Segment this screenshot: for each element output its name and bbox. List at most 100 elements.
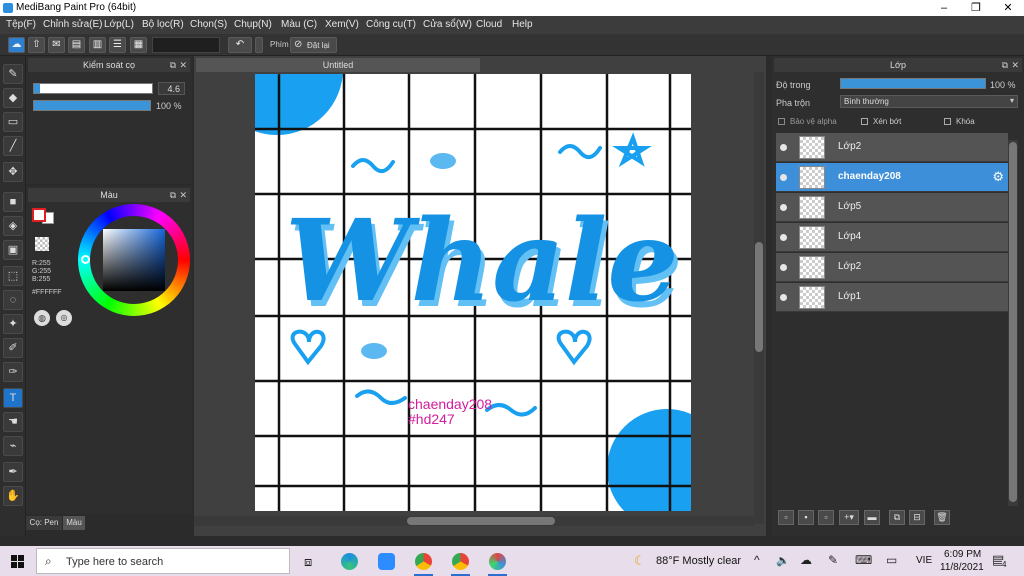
eyedropper-icon[interactable]: ⌁ [3, 436, 23, 456]
menu-filter[interactable]: Bộ lọc(R) [142, 19, 184, 30]
menu-file[interactable]: Tệp(F) [6, 19, 36, 30]
menu-color[interactable]: Màu (C) [281, 19, 317, 30]
windows-start-icon[interactable] [11, 555, 24, 568]
blend-mode-select[interactable]: Bình thường ▾ [840, 95, 1018, 108]
lasso-tool-icon[interactable]: ◌ [3, 290, 23, 310]
chat-icon[interactable]: ✉ [48, 37, 65, 53]
upload-icon[interactable]: ⇧ [28, 37, 45, 53]
layer-opacity-slider[interactable] [840, 78, 986, 89]
cloud-icon[interactable]: ☁ [8, 37, 25, 53]
layer-row-active[interactable]: chaenday208 ⚙ [776, 163, 1008, 192]
visibility-icon[interactable] [780, 174, 787, 181]
new-8bit-layer-icon[interactable]: ▫ [818, 510, 834, 525]
language-indicator[interactable]: VIE [916, 555, 932, 566]
layer-row[interactable]: Lớp2 [776, 133, 1008, 162]
menu-tools[interactable]: Công cụ(T) [366, 19, 416, 30]
keyboard-icon[interactable]: ⌨ [855, 553, 872, 567]
hand-tool-icon[interactable]: ✋ [3, 486, 23, 506]
chrome-icon[interactable] [415, 553, 432, 570]
add-layer-dropdown-icon[interactable]: +▾ [839, 510, 859, 525]
wifi-icon[interactable]: ▭ [886, 553, 897, 567]
merge-layer-icon[interactable]: ⊟ [909, 510, 925, 525]
float-icon[interactable]: ⧉ [1002, 58, 1008, 72]
fill-rect-tool-icon[interactable]: ■ [3, 192, 23, 212]
menu-view[interactable]: Xem(V) [325, 19, 359, 30]
menu-help[interactable]: Help [512, 19, 533, 30]
new-halftone-layer-icon[interactable]: ▪ [798, 510, 814, 525]
gradient-tool-icon[interactable]: ▣ [3, 240, 23, 260]
line-tool-icon[interactable]: ╱ [3, 136, 23, 156]
clip-checkbox[interactable] [861, 118, 868, 125]
protect-alpha-checkbox[interactable] [778, 118, 785, 125]
palette-settings-icon[interactable]: ◎ [56, 310, 72, 326]
transparent-swatch[interactable] [35, 237, 49, 251]
palette-icon[interactable]: ◍ [34, 310, 50, 326]
layer-row[interactable]: Lớp5 [776, 193, 1008, 222]
reset-button[interactable]: ⊘ Đặt lại [290, 37, 337, 53]
move-tool-icon[interactable]: ✥ [3, 162, 23, 182]
menu-snap[interactable]: Chụp(N) [234, 19, 272, 30]
folder-icon[interactable]: ▬ [864, 510, 880, 525]
menu-edit[interactable]: Chỉnh sửa(E) [43, 19, 103, 30]
undo-icon[interactable]: ↶ [228, 37, 252, 53]
tab-brush[interactable]: Cọ: Pen [26, 516, 62, 530]
float-icon[interactable]: ⧉ [170, 188, 176, 202]
float-icon[interactable]: ⧉ [170, 58, 176, 72]
new-layer-icon[interactable]: ▫ [778, 510, 794, 525]
bucket-tool-icon[interactable]: ◈ [3, 216, 23, 236]
undo-dropdown[interactable] [255, 37, 263, 53]
panel-close-icon[interactable]: ✕ [179, 58, 187, 72]
chrome-icon[interactable] [452, 553, 469, 570]
layer-row[interactable]: Lớp1 [776, 283, 1008, 312]
menu-window[interactable]: Cửa sổ(W) [423, 19, 472, 30]
rectangle-tool-icon[interactable]: ▭ [3, 112, 23, 132]
tab-color[interactable]: Màu [63, 516, 85, 530]
visibility-icon[interactable] [780, 234, 787, 241]
zoom-icon[interactable] [378, 553, 395, 570]
minimize-button[interactable]: – [928, 0, 960, 16]
pen-tool-icon[interactable]: ✒ [3, 462, 23, 482]
brush-size-slider[interactable] [33, 83, 153, 94]
edge-icon[interactable] [341, 553, 358, 570]
layer-scrollbar[interactable] [1008, 140, 1018, 506]
color-wheel[interactable] [78, 204, 190, 316]
onedrive-icon[interactable]: ☁ [800, 553, 812, 567]
duplicate-layer-icon[interactable]: ⧉ [889, 510, 905, 525]
visibility-icon[interactable] [780, 264, 787, 271]
list-icon[interactable]: ☰ [109, 37, 126, 53]
brush-opacity-slider[interactable] [33, 100, 151, 111]
comment-icon[interactable]: ▤ [68, 37, 85, 53]
horizontal-scrollbar[interactable] [194, 516, 754, 526]
speaker-icon[interactable]: 🔈 [776, 554, 790, 567]
maximize-button[interactable]: ❐ [960, 0, 992, 16]
visibility-icon[interactable] [780, 144, 787, 151]
panel-close-icon[interactable]: ✕ [179, 188, 187, 202]
vertical-scrollbar[interactable] [754, 72, 764, 524]
medibang-icon[interactable] [489, 553, 506, 570]
lock-checkbox[interactable] [944, 118, 951, 125]
eraser-tool-icon[interactable]: ◆ [3, 88, 23, 108]
text-tool-icon[interactable]: T [3, 388, 23, 408]
select-tool-icon[interactable]: ⬚ [3, 266, 23, 286]
layer-row[interactable]: Lớp2 [776, 253, 1008, 282]
saturation-square[interactable] [103, 229, 165, 291]
clock-date[interactable]: 11/8/2021 [940, 562, 984, 573]
document-icon[interactable]: ▥ [89, 37, 106, 53]
menu-layer[interactable]: Lớp(L) [104, 19, 134, 30]
search-box[interactable]: ⌕ Type here to search [36, 548, 290, 574]
foreground-color-swatch[interactable] [32, 208, 46, 222]
visibility-icon[interactable] [780, 294, 787, 301]
weather-text[interactable]: 88°F Mostly clear [656, 555, 741, 567]
clock-time[interactable]: 6:09 PM [944, 549, 981, 560]
canvas-tab[interactable]: Untitled [196, 58, 480, 72]
operation-tool-icon[interactable]: ☚ [3, 412, 23, 432]
magic-wand-icon[interactable]: ✦ [3, 314, 23, 334]
trash-icon[interactable]: 🗑 [934, 510, 950, 525]
select-pen-icon[interactable]: ✐ [3, 338, 23, 358]
select-eraser-icon[interactable]: ✑ [3, 362, 23, 382]
chevron-up-icon[interactable]: ^ [754, 553, 760, 567]
layer-row[interactable]: Lớp4 [776, 223, 1008, 252]
grid-icon[interactable]: ▦ [130, 37, 147, 53]
artwork-canvas[interactable]: Whale Whale chaenday208 #hd247 [255, 74, 691, 511]
hue-handle[interactable] [81, 255, 90, 264]
